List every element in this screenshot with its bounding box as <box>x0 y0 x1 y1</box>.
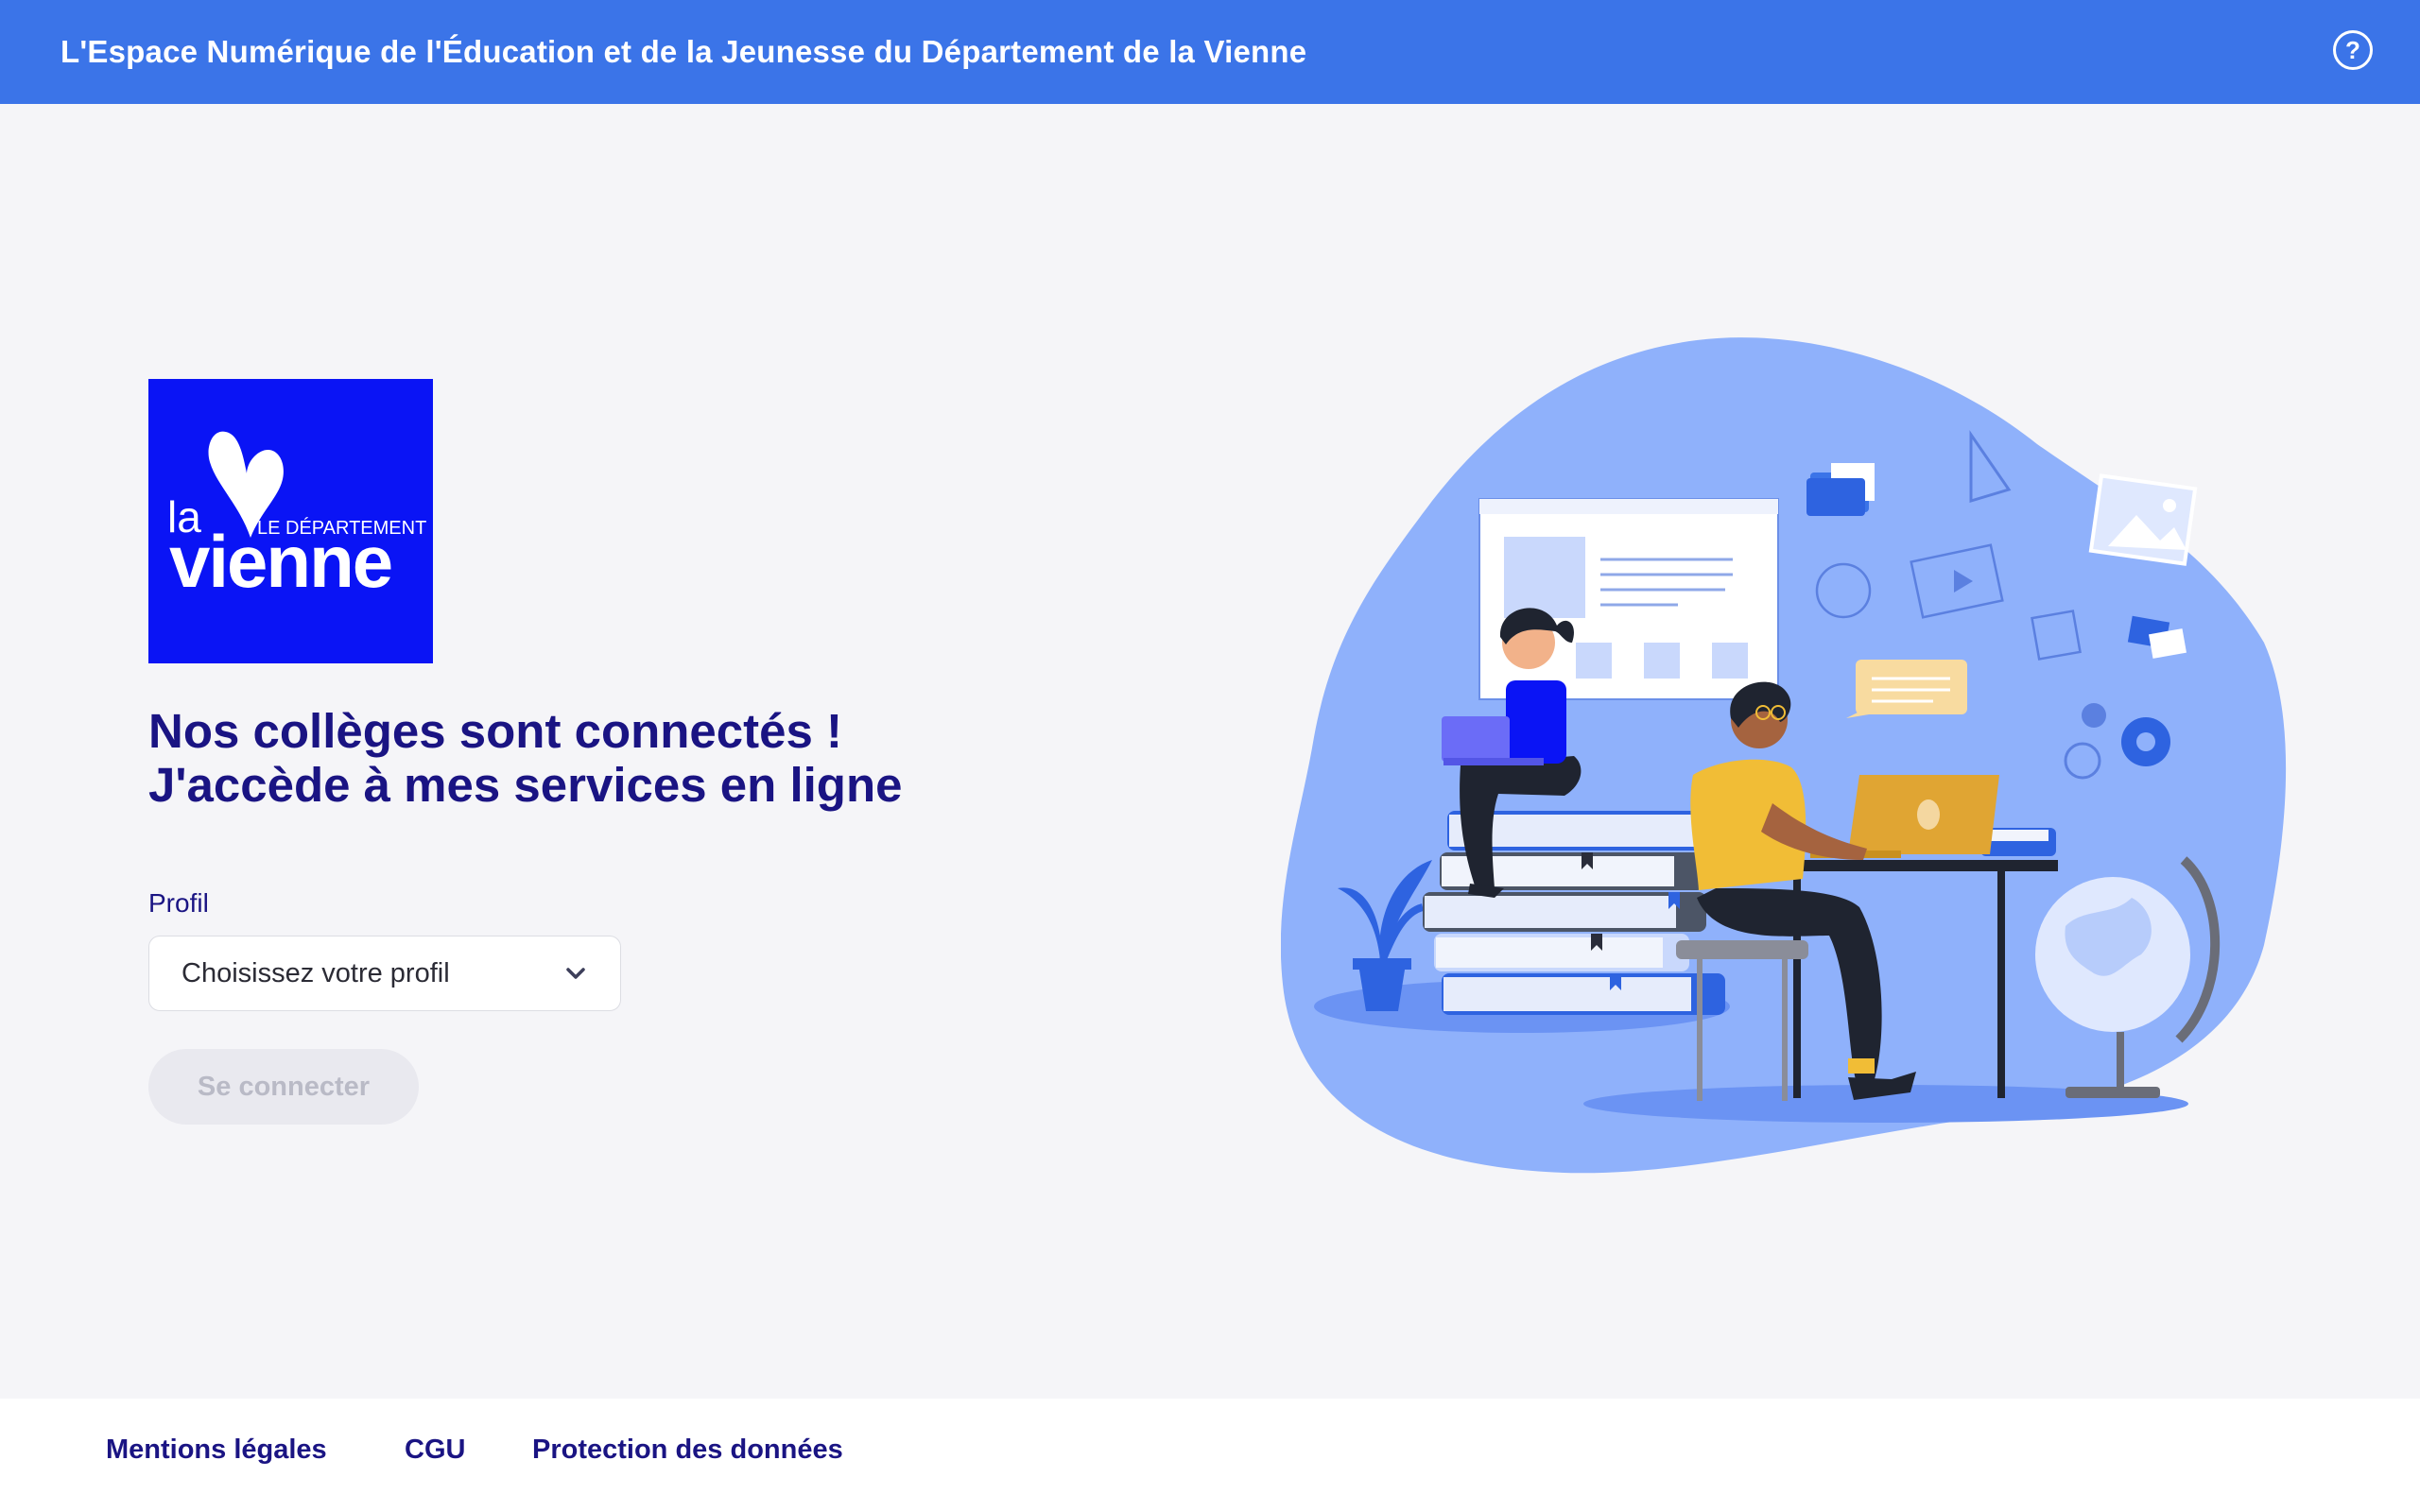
top-bar: L'Espace Numérique de l'Éducation et de … <box>0 0 2420 104</box>
hero-illustration <box>1280 331 2297 1181</box>
vienne-logo-graphic: la LE DÉPARTEMENT vienne <box>148 379 433 663</box>
site-title: L'Espace Numérique de l'Éducation et de … <box>60 34 1307 69</box>
connect-button[interactable]: Se connecter <box>148 1049 419 1125</box>
profile-select[interactable]: Choisissez votre profil <box>148 936 621 1011</box>
page-footer <box>0 1399 2420 1512</box>
footer-link-mentions-legales[interactable]: Mentions légales <box>106 1435 327 1466</box>
footer-link-cgu[interactable]: CGU <box>405 1435 465 1466</box>
profile-select-value: Choisissez votre profil <box>182 958 450 988</box>
page-headline: Nos collèges sont connectés ! J'accède à… <box>148 704 1188 812</box>
vienne-logo: la LE DÉPARTEMENT vienne <box>148 379 433 663</box>
question-circle-icon: ? <box>2345 36 2360 64</box>
footer-link-protection-donnees[interactable]: Protection des données <box>532 1435 843 1466</box>
chevron-down-icon <box>566 968 585 979</box>
profil-label: Profil <box>148 888 209 918</box>
help-button[interactable]: ? <box>2333 30 2373 70</box>
students-illustration <box>1280 337 2287 1174</box>
headline-line-2: J'accède à mes services en ligne <box>148 758 903 812</box>
logo-text-vienne: vienne <box>169 520 391 603</box>
headline-line-1: Nos collèges sont connectés ! <box>148 704 843 758</box>
